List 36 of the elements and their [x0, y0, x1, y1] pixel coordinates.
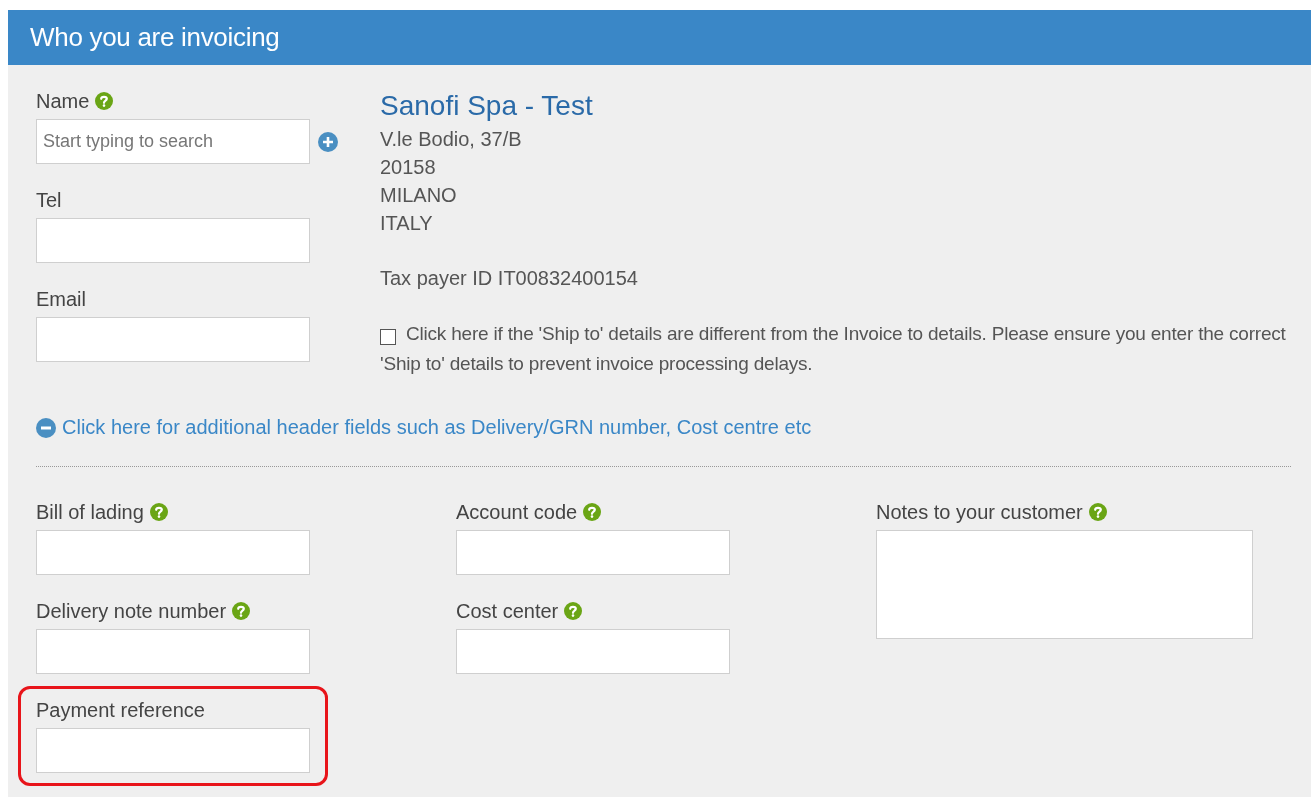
help-icon[interactable] [583, 503, 602, 521]
field-label: Delivery note number [36, 599, 227, 623]
field-label: Tel [36, 188, 62, 212]
text-field[interactable]: Start typing to search [36, 119, 310, 164]
help-icon[interactable] [564, 602, 583, 620]
address-line: ITALY [380, 211, 434, 236]
field-label: Payment reference [36, 698, 205, 722]
add-icon[interactable] [318, 131, 338, 152]
field-label: Bill of lading [36, 500, 144, 524]
help-icon[interactable] [1088, 503, 1107, 521]
notes-field[interactable] [876, 530, 1253, 639]
minus-icon[interactable] [36, 417, 56, 438]
field-label: Account code [456, 500, 578, 524]
text-field[interactable] [36, 530, 310, 575]
text-field[interactable] [456, 629, 730, 674]
text-field[interactable] [36, 629, 310, 674]
address-line: MILANO [380, 183, 458, 208]
checkbox[interactable] [380, 329, 396, 345]
section-title: Who you are invoicing [30, 22, 280, 53]
field-label: Name [36, 89, 90, 113]
field-label: Cost center [456, 599, 559, 623]
text-field[interactable] [36, 728, 310, 773]
field-label: Email [36, 287, 86, 311]
text-field[interactable] [36, 218, 310, 263]
field-label: Notes to your customer [876, 500, 1083, 524]
text-field[interactable] [36, 317, 310, 362]
address-line: V.le Bodio, 37/B [380, 127, 523, 152]
ship-to-label: Click here if the 'Ship to' details are different from the Invoice to details. Please ensure you enter the correct 'Ship to' details to prevent invoice processing delays. [380, 322, 1287, 376]
help-icon[interactable] [149, 503, 168, 521]
additional-fields-link[interactable]: Click here for additional header fields such as Delivery/GRN number, Cost centre etc [62, 416, 812, 439]
tax-id: Tax payer ID IT00832400154 [380, 266, 639, 291]
address-line: 20158 [380, 155, 437, 180]
help-icon[interactable] [95, 92, 114, 110]
help-icon[interactable] [232, 602, 251, 620]
text-field[interactable] [456, 530, 730, 575]
customer-name: Sanofi Spa - Test [380, 89, 594, 123]
